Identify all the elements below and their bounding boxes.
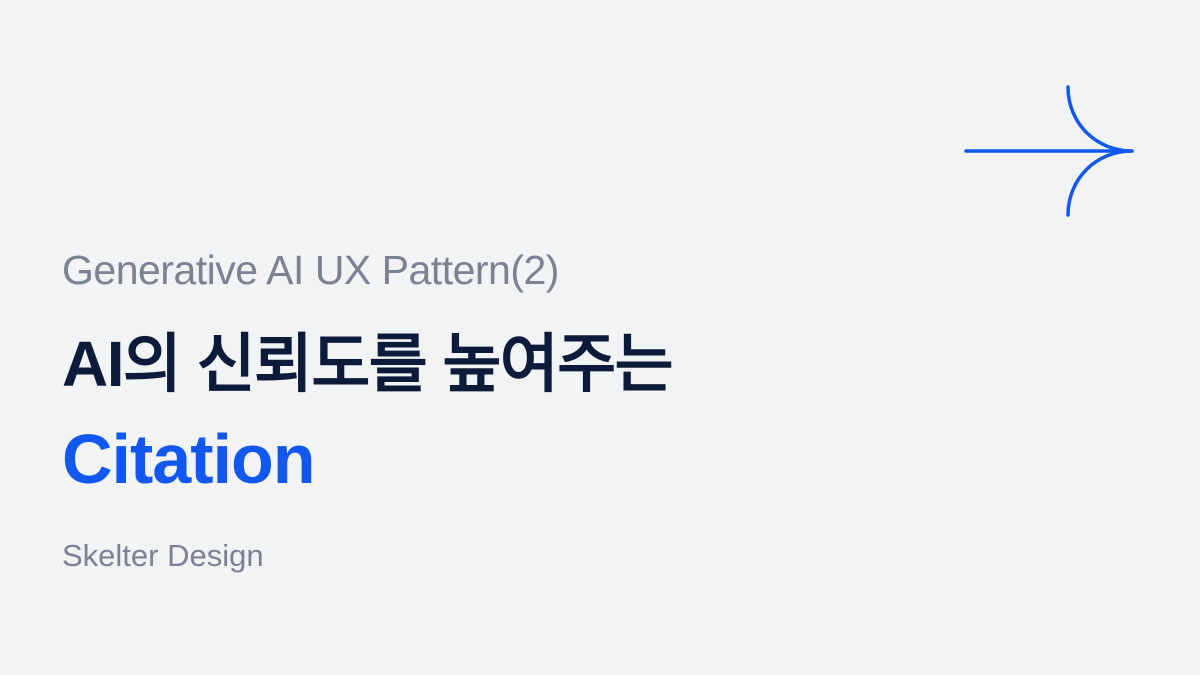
slide-highlight: Citation — [62, 420, 316, 498]
slide-author: Skelter Design — [62, 538, 264, 573]
slide-headline: AI의 신뢰도를 높여주는 — [62, 328, 673, 400]
title-block: Generative AI UX Pattern(2) AI의 신뢰도를 높여주… — [62, 242, 1062, 576]
arrow-right-icon — [964, 85, 1134, 217]
slide-subtitle: Generative AI UX Pattern(2) — [62, 247, 559, 293]
